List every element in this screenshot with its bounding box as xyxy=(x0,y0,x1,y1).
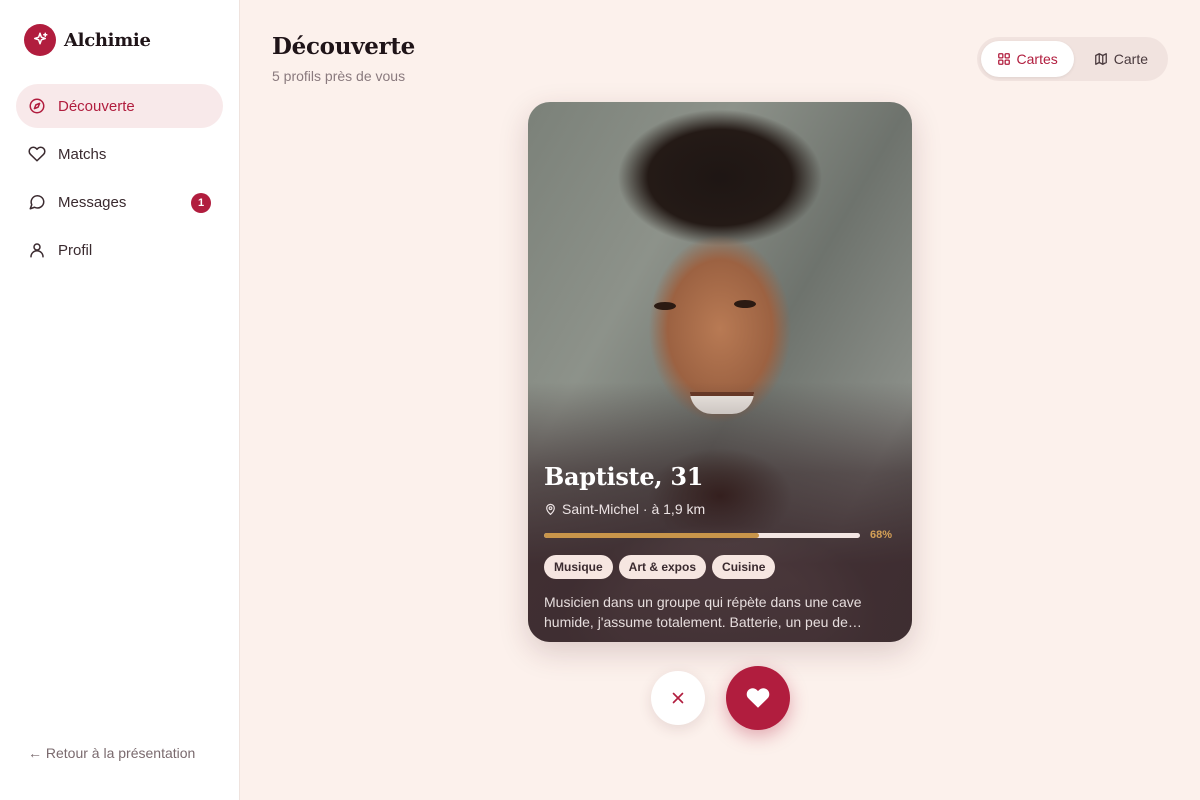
sidebar-item-matchs[interactable]: Matchs xyxy=(16,132,223,176)
heart-filled-icon xyxy=(745,685,771,711)
photo-eye-left xyxy=(654,302,676,310)
like-button[interactable] xyxy=(726,666,790,730)
interest-tag: Cuisine xyxy=(712,555,776,579)
sidebar-item-label: Matchs xyxy=(58,145,107,163)
photo-eye-right xyxy=(734,300,756,308)
sidebar-item-profil[interactable]: Profil xyxy=(16,228,223,272)
brand[interactable]: Alchimie xyxy=(24,24,151,56)
profile-location-text: Saint-Michel · à 1,9 km xyxy=(562,501,706,517)
interest-tags: Musique Art & expos Cuisine xyxy=(544,555,896,579)
map-view-button[interactable]: Carte xyxy=(1078,41,1164,77)
sidebar-item-label: Découverte xyxy=(58,97,135,115)
sidebar-item-decouverte[interactable]: Découverte xyxy=(16,84,223,128)
profile-location: Saint-Michel · à 1,9 km xyxy=(544,501,896,517)
compatibility-value: 68% xyxy=(870,529,893,541)
profile-name-age: Baptiste, 31 xyxy=(544,462,704,491)
interest-tag: Art & expos xyxy=(618,555,707,579)
interest-tag: Musique xyxy=(544,555,613,579)
location-pin-icon xyxy=(544,503,557,516)
heart-icon xyxy=(28,145,46,163)
card-info: Baptiste, 31 Saint-Michel · à 1,9 km 68%… xyxy=(544,462,896,632)
profile-bio: Musicien dans un groupe qui répète dans … xyxy=(544,594,862,630)
compatibility-row: 68% xyxy=(544,529,896,541)
sidebar-nav: Découverte Matchs Messages 1 Profil xyxy=(16,84,223,276)
page-subtitle: 5 profils près de vous xyxy=(272,68,406,84)
grid-icon xyxy=(997,52,1011,66)
pass-button[interactable] xyxy=(651,671,705,725)
back-to-presentation-link[interactable]: ← Retour à la présentation xyxy=(28,745,195,761)
brand-name: Alchimie xyxy=(64,29,151,51)
compatibility-bar-fill xyxy=(544,532,759,538)
sparkle-logo-icon xyxy=(24,24,56,56)
sidebar-item-messages[interactable]: Messages 1 xyxy=(16,180,223,224)
cards-view-button[interactable]: Cartes xyxy=(980,41,1074,77)
close-icon xyxy=(669,689,687,707)
main-content: Découverte 5 profils près de vous Cartes… xyxy=(240,0,1200,800)
user-icon xyxy=(28,241,46,259)
profile-card[interactable]: Baptiste, 31 Saint-Michel · à 1,9 km 68%… xyxy=(528,102,912,642)
sidebar: Alchimie Découverte Matchs Messages 1 Pr… xyxy=(0,0,240,800)
sidebar-item-label: Profil xyxy=(58,241,93,259)
map-view-label: Carte xyxy=(1113,51,1148,67)
sidebar-item-label: Messages xyxy=(58,193,127,211)
unread-badge: 1 xyxy=(191,193,211,213)
cards-view-label: Cartes xyxy=(1016,51,1058,67)
compatibility-bar xyxy=(544,532,860,538)
view-toggle: Cartes Carte xyxy=(976,37,1168,81)
page-title: Découverte xyxy=(272,33,416,60)
compass-icon xyxy=(28,97,46,115)
chat-icon xyxy=(28,193,46,211)
map-icon xyxy=(1094,52,1108,66)
